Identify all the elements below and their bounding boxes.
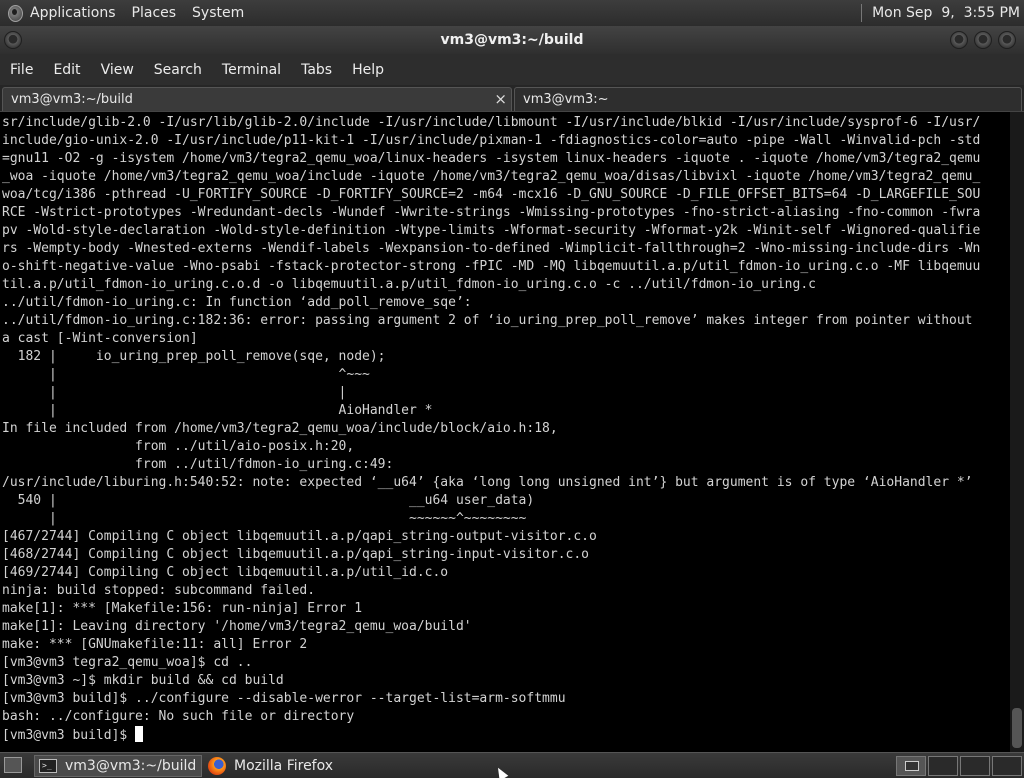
tab-build[interactable]: vm3@vm3:~/build × — [2, 87, 512, 111]
taskbar-firefox-label: Mozilla Firefox — [234, 758, 334, 774]
prompt-text: [vm3@vm3 build]$ — [2, 728, 136, 743]
window-menu-button[interactable] — [4, 31, 22, 49]
terminal-line: bash: ../configure: No such file or dire… — [2, 709, 355, 724]
taskbar-item-terminal[interactable]: vm3@vm3:~/build — [34, 755, 202, 777]
menu-view[interactable]: View — [101, 62, 134, 78]
terminal-line: include/gio-unix-2.0 -I/usr/include/p11-… — [2, 133, 981, 148]
tab-build-label: vm3@vm3:~/build — [11, 92, 133, 107]
terminal-line: [467/2744] Compiling C object libqemuuti… — [2, 529, 597, 544]
menu-help[interactable]: Help — [352, 62, 384, 78]
terminal-icon — [39, 759, 57, 773]
terminal-line: [vm3@vm3 build]$ ../configure --disable-… — [2, 691, 566, 706]
menu-tabs[interactable]: Tabs — [301, 62, 332, 78]
terminal-line: | ~~~~~~^~~~~~~~~ — [2, 511, 527, 526]
terminal-line: rs -Wempty-body -Wnested-externs -Wendif… — [2, 241, 981, 256]
close-tab-icon[interactable]: × — [494, 90, 507, 108]
window-title: vm3@vm3:~/build — [440, 32, 584, 48]
menu-terminal[interactable]: Terminal — [222, 62, 281, 78]
terminal-line: ../util/fdmon-io_uring.c: In function ‘a… — [2, 295, 472, 310]
terminal-line: /usr/include/liburing.h:540:52: note: ex… — [2, 475, 973, 490]
panel-separator — [861, 4, 863, 22]
maximize-button[interactable] — [974, 31, 992, 49]
menu-edit[interactable]: Edit — [53, 62, 80, 78]
tab-bar: vm3@vm3:~/build × vm3@vm3:~ — [0, 85, 1024, 112]
minimize-button[interactable] — [950, 31, 968, 49]
terminal-line: ../util/fdmon-io_uring.c:182:36: error: … — [2, 313, 973, 328]
top-panel: Applications Places System Mon Sep 9, 3:… — [0, 0, 1024, 26]
bottom-panel: vm3@vm3:~/build Mozilla Firefox — [0, 752, 1024, 778]
terminal-line: [469/2744] Compiling C object libqemuuti… — [2, 565, 449, 580]
terminal-line: ninja: build stopped: subcommand failed. — [2, 583, 316, 598]
terminal-lines: sr/include/glib-2.0 -I/usr/lib/glib-2.0/… — [2, 114, 1010, 726]
taskbar-item-firefox[interactable]: Mozilla Firefox — [204, 755, 374, 777]
terminal-line: woa/tcg/i386 -pthread -U_FORTIFY_SOURCE … — [2, 187, 981, 202]
menubar: File Edit View Search Terminal Tabs Help — [0, 54, 1024, 85]
workspace-3[interactable] — [960, 756, 990, 776]
system-menu[interactable]: System — [192, 5, 244, 21]
terminal-line: make[1]: *** [Makefile:156: run-ninja] E… — [2, 601, 363, 616]
text-cursor — [135, 726, 144, 742]
terminal-line: from ../util/aio-posix.h:20, — [2, 439, 355, 454]
panel-tray: Mon Sep 9, 3:55 PM — [861, 0, 1024, 26]
terminal-line: pv -Wold-style-declaration -Wold-style-d… — [2, 223, 981, 238]
terminal-line: [vm3@vm3 tegra2_qemu_woa]$ cd .. — [2, 655, 253, 670]
terminal-line: 182 | io_uring_prep_poll_remove(sqe, nod… — [2, 349, 386, 364]
terminal-line: make[1]: Leaving directory '/home/vm3/te… — [2, 619, 472, 634]
firefox-icon — [208, 757, 226, 775]
tab-home-label: vm3@vm3:~ — [523, 92, 609, 107]
terminal-line: In file included from /home/vm3/tegra2_q… — [2, 421, 558, 436]
terminal-line: from ../util/fdmon-io_uring.c:49: — [2, 457, 394, 472]
terminal-line: | ^~~~ — [2, 367, 370, 382]
terminal-line: | AioHandler * — [2, 403, 433, 418]
tab-home[interactable]: vm3@vm3:~ — [514, 87, 1022, 111]
workspace-4[interactable] — [992, 756, 1022, 776]
terminal-line: 540 | __u64 user_data) — [2, 493, 535, 508]
show-desktop-icon[interactable] — [4, 757, 22, 773]
terminal-line: | | — [2, 385, 347, 400]
scrollbar-thumb[interactable] — [1012, 708, 1022, 748]
clock[interactable]: Mon Sep 9, 3:55 PM — [872, 5, 1020, 21]
window-titlebar[interactable]: vm3@vm3:~/build — [0, 26, 1024, 54]
terminal-line: o-shift-negative-value -Wno-psabi -fstac… — [2, 259, 981, 274]
menu-search[interactable]: Search — [154, 62, 202, 78]
terminal-line: til.a.p/util_fdmon-io_uring.c.o.d -o lib… — [2, 277, 816, 292]
gnome-foot-icon[interactable] — [6, 4, 24, 22]
mouse-pointer-icon — [493, 765, 509, 778]
applications-menu[interactable]: Applications — [30, 5, 116, 21]
terminal-scrollbar[interactable] — [1010, 112, 1024, 752]
places-menu[interactable]: Places — [132, 5, 177, 21]
terminal-line: [468/2744] Compiling C object libqemuuti… — [2, 547, 589, 562]
close-button[interactable] — [998, 31, 1016, 49]
taskbar-terminal-label: vm3@vm3:~/build — [65, 758, 197, 774]
workspace-2[interactable] — [928, 756, 958, 776]
terminal-line: a cast [-Wint-conversion] — [2, 331, 198, 346]
terminal-line: RCE -Wstrict-prototypes -Wredundant-decl… — [2, 205, 981, 220]
main-menu: Applications Places System — [0, 0, 260, 26]
terminal-line: [vm3@vm3 ~]$ mkdir build && cd build — [2, 673, 284, 688]
mini-window-icon — [905, 761, 919, 771]
menu-file[interactable]: File — [10, 62, 33, 78]
terminal-output[interactable]: sr/include/glib-2.0 -I/usr/lib/glib-2.0/… — [0, 112, 1010, 752]
terminal-line: sr/include/glib-2.0 -I/usr/lib/glib-2.0/… — [2, 115, 981, 130]
terminal-prompt-line: [vm3@vm3 build]$ — [2, 726, 1010, 744]
terminal-line: =gnu11 -O2 -g -isystem /home/vm3/tegra2_… — [2, 151, 981, 166]
workspace-1[interactable] — [896, 756, 926, 776]
terminal-line: make: *** [GNUmakefile:11: all] Error 2 — [2, 637, 308, 652]
terminal-line: _woa -iquote /home/vm3/tegra2_qemu_woa/i… — [2, 169, 981, 184]
